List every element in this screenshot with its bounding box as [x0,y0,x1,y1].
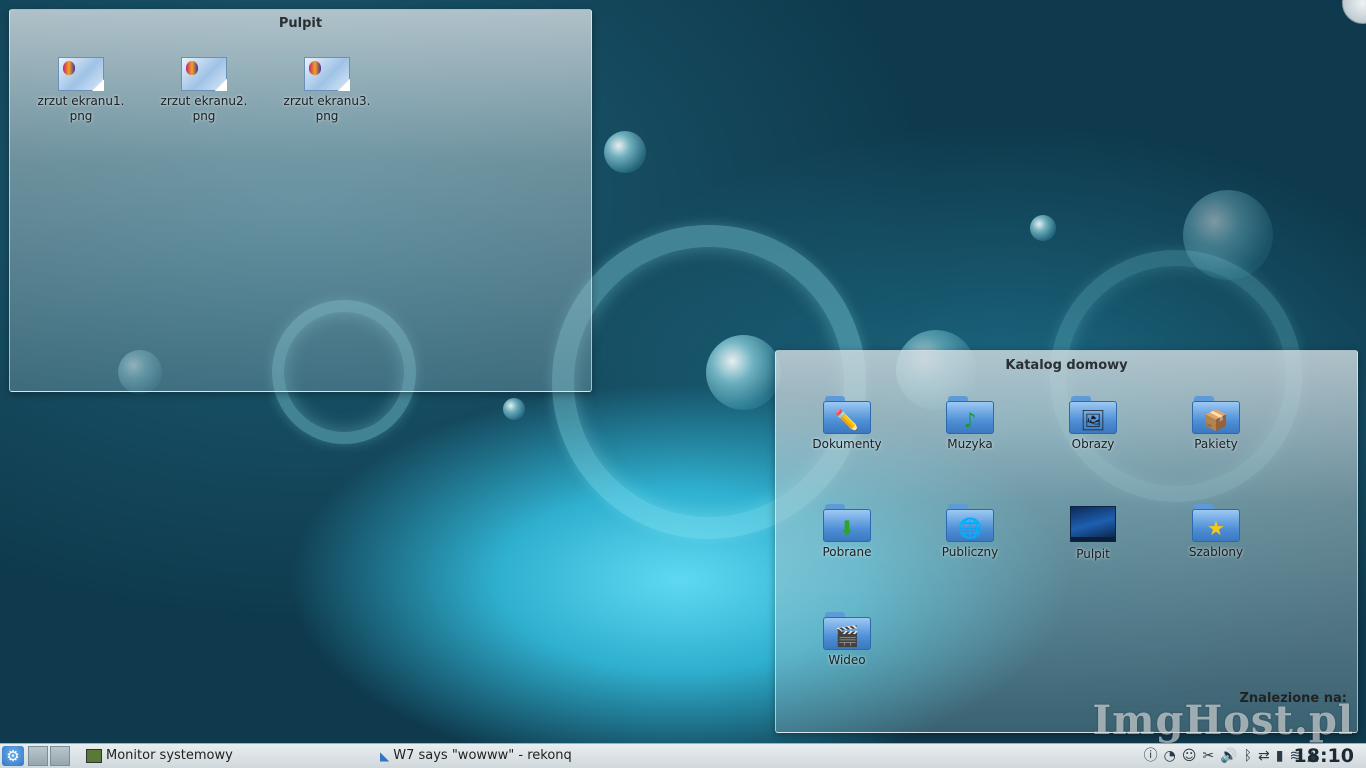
file-item[interactable]: zrzut ekranu3. png [279,57,375,124]
desktop-pager[interactable] [28,746,70,766]
clipboard-scissors-icon[interactable]: ✂ [1202,747,1214,765]
pictures-icon: 🖼 [1080,408,1106,432]
folder-label: Obrazy [1071,437,1115,451]
battery-icon[interactable]: ▮ [1276,747,1284,765]
wallpaper-bubble [1183,190,1273,280]
image-file-icon [181,57,227,91]
folder-label: Szablony [1188,545,1244,559]
folder-item-publiczny[interactable]: 🌐 Publiczny [922,504,1018,560]
music-note-icon: ♪ [963,408,977,432]
wallpaper-bubble [706,335,781,410]
corner-cashew[interactable] [1342,0,1366,24]
file-label-ext: png [192,109,216,123]
system-tray: ⓘ ◔ ☺ ✂ 🔊 ᛒ ⇄ ▮ ≋ ▲ [1144,747,1318,765]
usb-icon[interactable]: ⇄ [1258,747,1270,765]
file-label: zrzut ekranu3. [283,94,371,108]
file-item[interactable]: zrzut ekranu2. png [156,57,252,124]
folder-item-pakiety[interactable]: 📦 Pakiety [1168,396,1264,452]
file-label-ext: png [315,109,339,123]
folder-item-dokumenty[interactable]: ✏️ Dokumenty [799,396,895,452]
download-arrow-icon: ⬇ [838,516,856,540]
folder-label: Pobrane [822,545,872,559]
panel-title: Pulpit [278,16,323,31]
pager-desktop-2[interactable] [50,746,70,766]
system-monitor-icon [86,749,102,763]
folder-label: Pakiety [1194,437,1238,451]
folder-icon: ⬇ [823,504,871,542]
folder-icon: ♪ [946,396,994,434]
file-label: zrzut ekranu2. [160,94,248,108]
folder-label: Pulpit [1076,547,1110,561]
image-file-icon [58,57,104,91]
clapperboard-icon: 🎬 [834,624,860,648]
task-rekonq[interactable]: ◣ W7 says "wowww" - rekonq [380,746,710,766]
wallpaper-bubble [503,398,525,420]
volume-icon[interactable]: 🔊 [1220,747,1237,765]
network-icon[interactable]: ◔ [1164,747,1176,765]
task-label: Monitor systemowy [106,748,233,763]
folder-icon: 🌐 [946,504,994,542]
folder-icon: ★ [1192,504,1240,542]
folder-label: Wideo [828,653,866,667]
folder-label: Publiczny [941,545,999,559]
gear-icon: ⚙ [6,747,20,765]
folder-item-wideo[interactable]: 🎬 Wideo [799,612,895,668]
task-label: W7 says "wowww" - rekonq [393,748,572,763]
file-label-ext: png [69,109,93,123]
taskbar: ⚙ Monitor systemowy ◣ W7 says "wowww" - … [0,743,1366,768]
watermark-text: ImgHost.pl [1092,697,1354,744]
folder-item-obrazy[interactable]: 🖼 Obrazy [1045,396,1141,452]
task-system-monitor[interactable]: Monitor systemowy [86,746,366,766]
bluetooth-icon[interactable]: ᛒ [1244,747,1252,765]
wallpaper-bubble [604,131,646,173]
folder-item-muzyka[interactable]: ♪ Muzyka [922,396,1018,452]
home-folder-panel[interactable]: Katalog domowy ✏️ Dokumenty ♪ Muzyka 🖼 O… [775,350,1358,733]
image-file-icon [304,57,350,91]
folder-label: Muzyka [947,437,993,451]
globe-icon: 🌐 [957,516,983,540]
package-icon: 📦 [1203,408,1229,432]
desktop-folder-panel[interactable]: Pulpit zrzut ekranu1. png zrzut ekranu2.… [9,9,592,392]
folder-icon: 📦 [1192,396,1240,434]
updates-icon[interactable]: ☺ [1182,747,1197,765]
folder-icon: 🎬 [823,612,871,650]
folder-item-pobrane[interactable]: ⬇ Pobrane [799,504,895,560]
folder-item-pulpit[interactable]: Pulpit [1045,504,1141,562]
pencil-icon: ✏️ [834,408,860,432]
panel-title: Katalog domowy [1005,358,1128,373]
pager-desktop-1[interactable] [28,746,48,766]
folder-icon: ✏️ [823,396,871,434]
folder-label: Dokumenty [812,437,882,451]
folder-item-szablony[interactable]: ★ Szablony [1168,504,1264,560]
info-icon[interactable]: ⓘ [1144,747,1158,765]
file-item[interactable]: zrzut ekranu1. png [33,57,129,124]
clock[interactable]: 18:10 [1294,744,1354,768]
desktop-icon [1070,506,1116,542]
application-launcher-button[interactable]: ⚙ [2,746,24,766]
star-icon: ★ [1207,516,1225,540]
folder-icon: 🖼 [1069,396,1117,434]
file-label: zrzut ekranu1. [37,94,125,108]
rekonq-icon: ◣ [380,749,390,763]
wallpaper-bubble [1030,215,1056,241]
